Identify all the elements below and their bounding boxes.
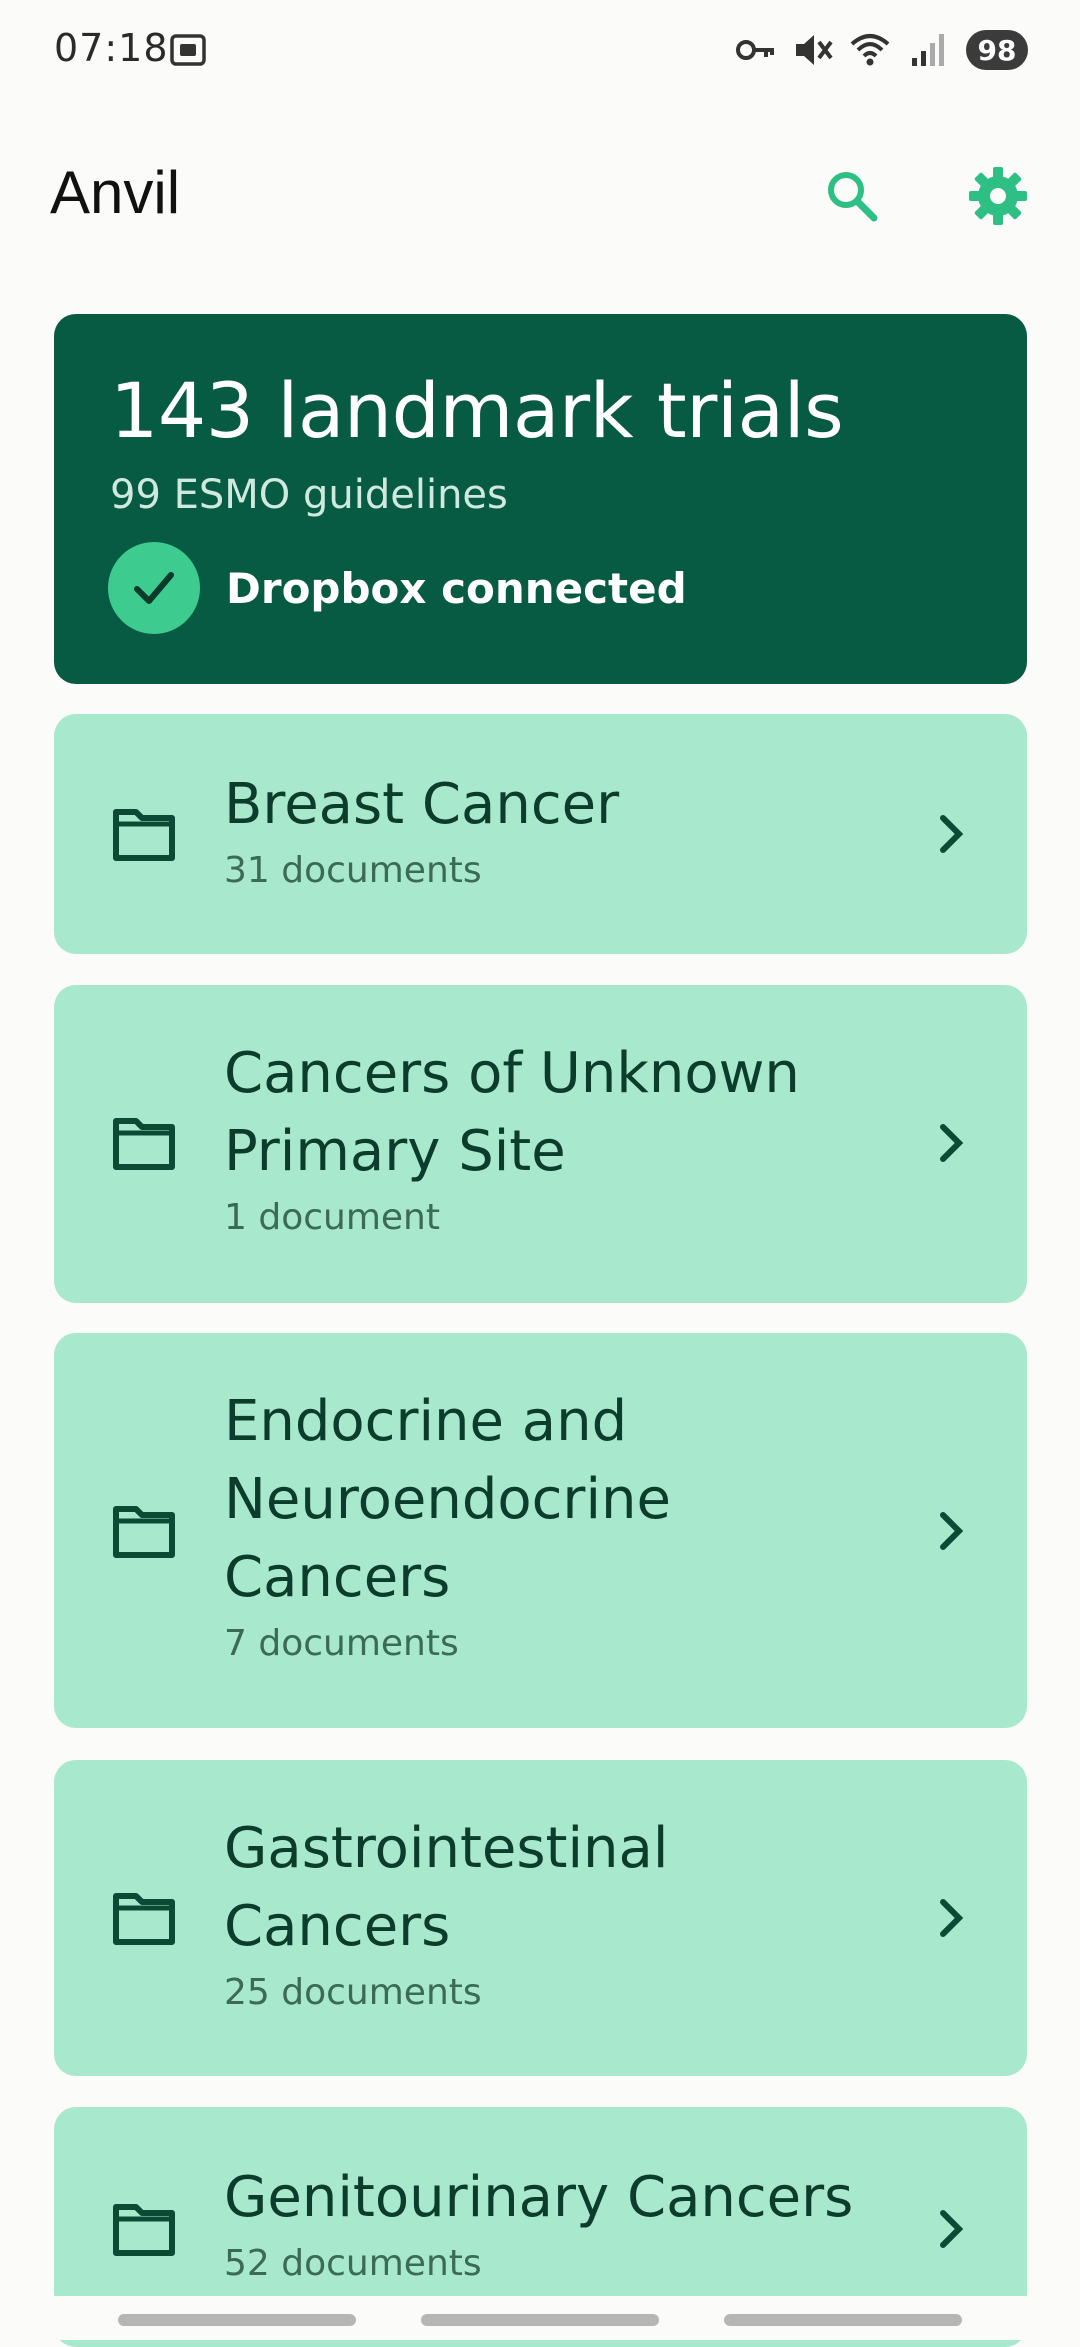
status-time: 07:18 <box>54 26 169 70</box>
navigation-bar <box>0 2296 1080 2340</box>
category-name: Gastrointestinal Cancers <box>224 1816 669 1959</box>
category-text: Genitourinary Cancers 52 documents <box>224 2159 904 2289</box>
category-text: Breast Cancer 31 documents <box>224 766 864 896</box>
app-title: Anvil <box>50 159 181 226</box>
category-text: Endocrine and Neuroendocrine Cancers 7 d… <box>224 1383 864 1669</box>
search-button[interactable] <box>812 156 892 236</box>
category-count: 25 documents <box>224 1972 482 2013</box>
nav-recents-pill[interactable] <box>724 2314 962 2326</box>
category-text: Cancers of Unknown Primary Site 1 docume… <box>224 1035 864 1243</box>
wifi-icon <box>850 34 890 66</box>
dropbox-status-label: Dropbox connected <box>226 563 687 613</box>
chevron-right-icon <box>940 1899 964 1937</box>
battery-indicator: 98 <box>966 30 1028 70</box>
nav-back-pill[interactable] <box>118 2314 356 2326</box>
category-name: Cancers of Unknown Primary Site <box>224 1041 800 1184</box>
category-breast-cancer[interactable]: Breast Cancer 31 documents <box>54 714 1027 954</box>
summary-card: 143 landmark trials 99 ESMO guidelines D… <box>54 314 1027 684</box>
category-gastrointestinal[interactable]: Gastrointestinal Cancers 25 documents <box>54 1760 1027 2076</box>
screenshot-icon <box>170 34 206 66</box>
category-name: Genitourinary Cancers <box>224 2165 854 2230</box>
vpn-key-icon <box>736 40 774 60</box>
category-name: Endocrine and Neuroendocrine Cancers <box>224 1389 671 1610</box>
category-count: 1 document <box>224 1197 440 1238</box>
mute-icon <box>796 35 833 65</box>
dropbox-status: Dropbox connected <box>108 542 687 634</box>
category-count: 7 documents <box>224 1623 459 1664</box>
guidelines-count: 99 ESMO guidelines <box>110 472 508 518</box>
search-icon <box>828 172 878 222</box>
settings-button[interactable] <box>958 156 1038 236</box>
app-bar: Anvil <box>0 140 1080 250</box>
chevron-right-icon <box>940 815 964 853</box>
chevron-right-icon <box>940 2210 964 2248</box>
chevron-right-icon <box>940 1512 964 1550</box>
category-endocrine[interactable]: Endocrine and Neuroendocrine Cancers 7 d… <box>54 1333 1027 1728</box>
trials-count-title: 143 landmark trials <box>110 366 844 455</box>
nav-home-pill[interactable] <box>421 2314 659 2326</box>
chevron-right-icon <box>940 1124 964 1162</box>
folder-icon <box>113 1893 175 1945</box>
folder-icon <box>113 809 175 861</box>
category-count: 52 documents <box>224 2243 482 2284</box>
folder-icon <box>113 1506 175 1558</box>
category-count: 31 documents <box>224 850 482 891</box>
category-unknown-primary[interactable]: Cancers of Unknown Primary Site 1 docume… <box>54 985 1027 1303</box>
status-bar: 07:18 98 <box>0 0 1080 100</box>
check-icon <box>108 542 200 634</box>
folder-icon <box>113 1118 175 1170</box>
folder-icon <box>113 2204 175 2256</box>
gear-icon <box>969 167 1027 225</box>
signal-icon <box>912 34 944 66</box>
category-name: Breast Cancer <box>224 772 620 837</box>
category-text: Gastrointestinal Cancers 25 documents <box>224 1810 864 2018</box>
